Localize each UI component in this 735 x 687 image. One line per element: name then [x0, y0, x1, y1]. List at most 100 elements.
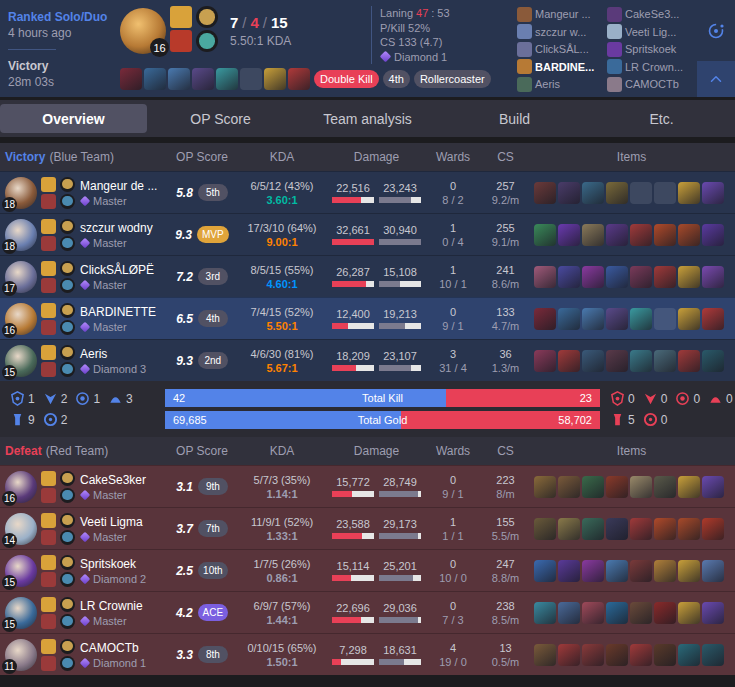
item-icon[interactable] [678, 560, 700, 582]
item-icon[interactable] [654, 644, 676, 666]
item-icon[interactable] [678, 644, 700, 666]
item-icon[interactable] [534, 644, 556, 666]
secondary-rune-icon[interactable] [196, 30, 218, 52]
item-icon[interactable] [654, 602, 676, 624]
champion-icon[interactable]: 15 [5, 555, 37, 587]
item-icon[interactable] [534, 224, 556, 246]
item-icon[interactable] [606, 308, 628, 330]
item-icon[interactable] [582, 644, 604, 666]
item-icon[interactable] [582, 602, 604, 624]
keystone-rune-icon[interactable] [196, 6, 218, 28]
item-icon[interactable] [558, 266, 580, 288]
keystone-rune-icon[interactable] [60, 513, 75, 528]
item-icon[interactable] [558, 182, 580, 204]
item-icon[interactable] [654, 518, 676, 540]
item-icon[interactable] [678, 476, 700, 498]
item-icon[interactable] [678, 350, 700, 372]
participant[interactable]: LR Crown... [607, 59, 697, 76]
tab[interactable]: OP Score [147, 104, 294, 133]
item-icon[interactable] [630, 266, 652, 288]
keystone-rune-icon[interactable] [60, 219, 75, 234]
item-icon[interactable] [558, 602, 580, 624]
item-icon[interactable] [534, 476, 556, 498]
champion-icon[interactable]: 11 [5, 639, 37, 671]
item-icon[interactable] [702, 476, 724, 498]
participant[interactable]: Veeti Lig... [607, 24, 697, 41]
item-icon[interactable] [558, 476, 580, 498]
item-icon[interactable] [702, 644, 724, 666]
item-icon[interactable] [582, 476, 604, 498]
secondary-rune-icon[interactable] [60, 572, 75, 587]
item-icon[interactable] [630, 350, 652, 372]
item-icon[interactable] [606, 224, 628, 246]
player-row[interactable]: 15LR CrownieMaster4.2ACE6/9/7 (57%)1.44:… [0, 591, 735, 633]
flash-spell-icon[interactable] [170, 6, 192, 28]
item-icon[interactable] [534, 560, 556, 582]
champion-icon[interactable]: 18 [5, 177, 37, 209]
secondary-rune-icon[interactable] [60, 236, 75, 251]
item-icon[interactable] [582, 266, 604, 288]
item-icon[interactable] [678, 518, 700, 540]
item-icon[interactable] [534, 602, 556, 624]
item-icon[interactable] [678, 308, 700, 330]
player-name[interactable]: Spritskoek [80, 557, 146, 571]
champion-icon[interactable]: 14 [5, 513, 37, 545]
tab[interactable]: Etc. [588, 104, 735, 133]
share-button[interactable] [697, 0, 735, 61]
champion-icon[interactable]: 16 [120, 8, 166, 54]
player-row[interactable]: 16BARDINETTEMaster6.54th7/4/15 (52%)5.50… [0, 297, 735, 339]
flash-spell-icon[interactable] [41, 219, 56, 234]
item-icon[interactable] [606, 602, 628, 624]
player-name[interactable]: BARDINETTE [80, 305, 156, 319]
flash-spell-icon[interactable] [41, 345, 56, 360]
player-name[interactable]: LR Crownie [80, 599, 143, 613]
participant[interactable]: CakeSe3... [607, 6, 697, 23]
player-name[interactable]: CAMOCTb [80, 641, 146, 655]
keystone-rune-icon[interactable] [60, 303, 75, 318]
item-icon[interactable] [582, 560, 604, 582]
summoner-spell-icon[interactable] [41, 488, 56, 503]
player-row[interactable]: 18Mangeur de ...Master5.85th6/5/12 (43%)… [0, 171, 735, 213]
keystone-rune-icon[interactable] [60, 261, 75, 276]
flash-spell-icon[interactable] [41, 597, 56, 612]
item-icon[interactable] [216, 68, 238, 90]
player-row[interactable]: 17ClickSÅLØPËMaster7.23rd8/5/15 (55%)4.6… [0, 255, 735, 297]
item-icon[interactable] [678, 224, 700, 246]
participant[interactable]: Spritskoek [607, 41, 697, 58]
item-icon[interactable] [534, 266, 556, 288]
item-icon[interactable] [702, 308, 724, 330]
secondary-rune-icon[interactable] [60, 194, 75, 209]
participant[interactable]: Mangeur ... [517, 6, 607, 23]
participant[interactable]: ClickSÅL... [517, 41, 607, 58]
participant[interactable]: BARDINE... [517, 59, 607, 76]
item-icon[interactable] [558, 644, 580, 666]
item-icon[interactable] [534, 350, 556, 372]
flash-spell-icon[interactable] [41, 555, 56, 570]
expand-toggle-button[interactable] [697, 61, 735, 97]
item-icon[interactable] [582, 308, 604, 330]
flash-spell-icon[interactable] [41, 261, 56, 276]
player-row[interactable]: 14Veeti LigmaMaster3.77th11/9/1 (52%)1.3… [0, 507, 735, 549]
secondary-rune-icon[interactable] [60, 362, 75, 377]
player-row[interactable]: 15SpritskoekDiamond 22.510th1/7/5 (26%)0… [0, 549, 735, 591]
participant[interactable]: szczur w... [517, 24, 607, 41]
item-icon[interactable] [582, 350, 604, 372]
item-icon[interactable] [630, 560, 652, 582]
player-row[interactable]: 11CAMOCTbDiamond 13.38th0/10/15 (65%)1.5… [0, 633, 735, 675]
secondary-rune-icon[interactable] [60, 614, 75, 629]
item-icon[interactable] [558, 518, 580, 540]
item-icon[interactable] [582, 182, 604, 204]
summoner-spell-icon[interactable] [41, 656, 56, 671]
item-icon[interactable] [606, 476, 628, 498]
item-icon[interactable] [288, 68, 310, 90]
item-icon[interactable] [558, 350, 580, 372]
player-row[interactable]: 16CakeSe3kerMaster3.19th5/7/3 (35%)1.14:… [0, 465, 735, 507]
secondary-rune-icon[interactable] [60, 656, 75, 671]
item-icon[interactable] [558, 224, 580, 246]
participant[interactable]: CAMOCTb [607, 76, 697, 93]
item-icon[interactable] [654, 350, 676, 372]
item-icon[interactable] [606, 560, 628, 582]
tab[interactable]: Overview [0, 104, 147, 133]
player-name[interactable]: Aeris [80, 347, 146, 361]
champion-icon[interactable]: 18 [5, 219, 37, 251]
